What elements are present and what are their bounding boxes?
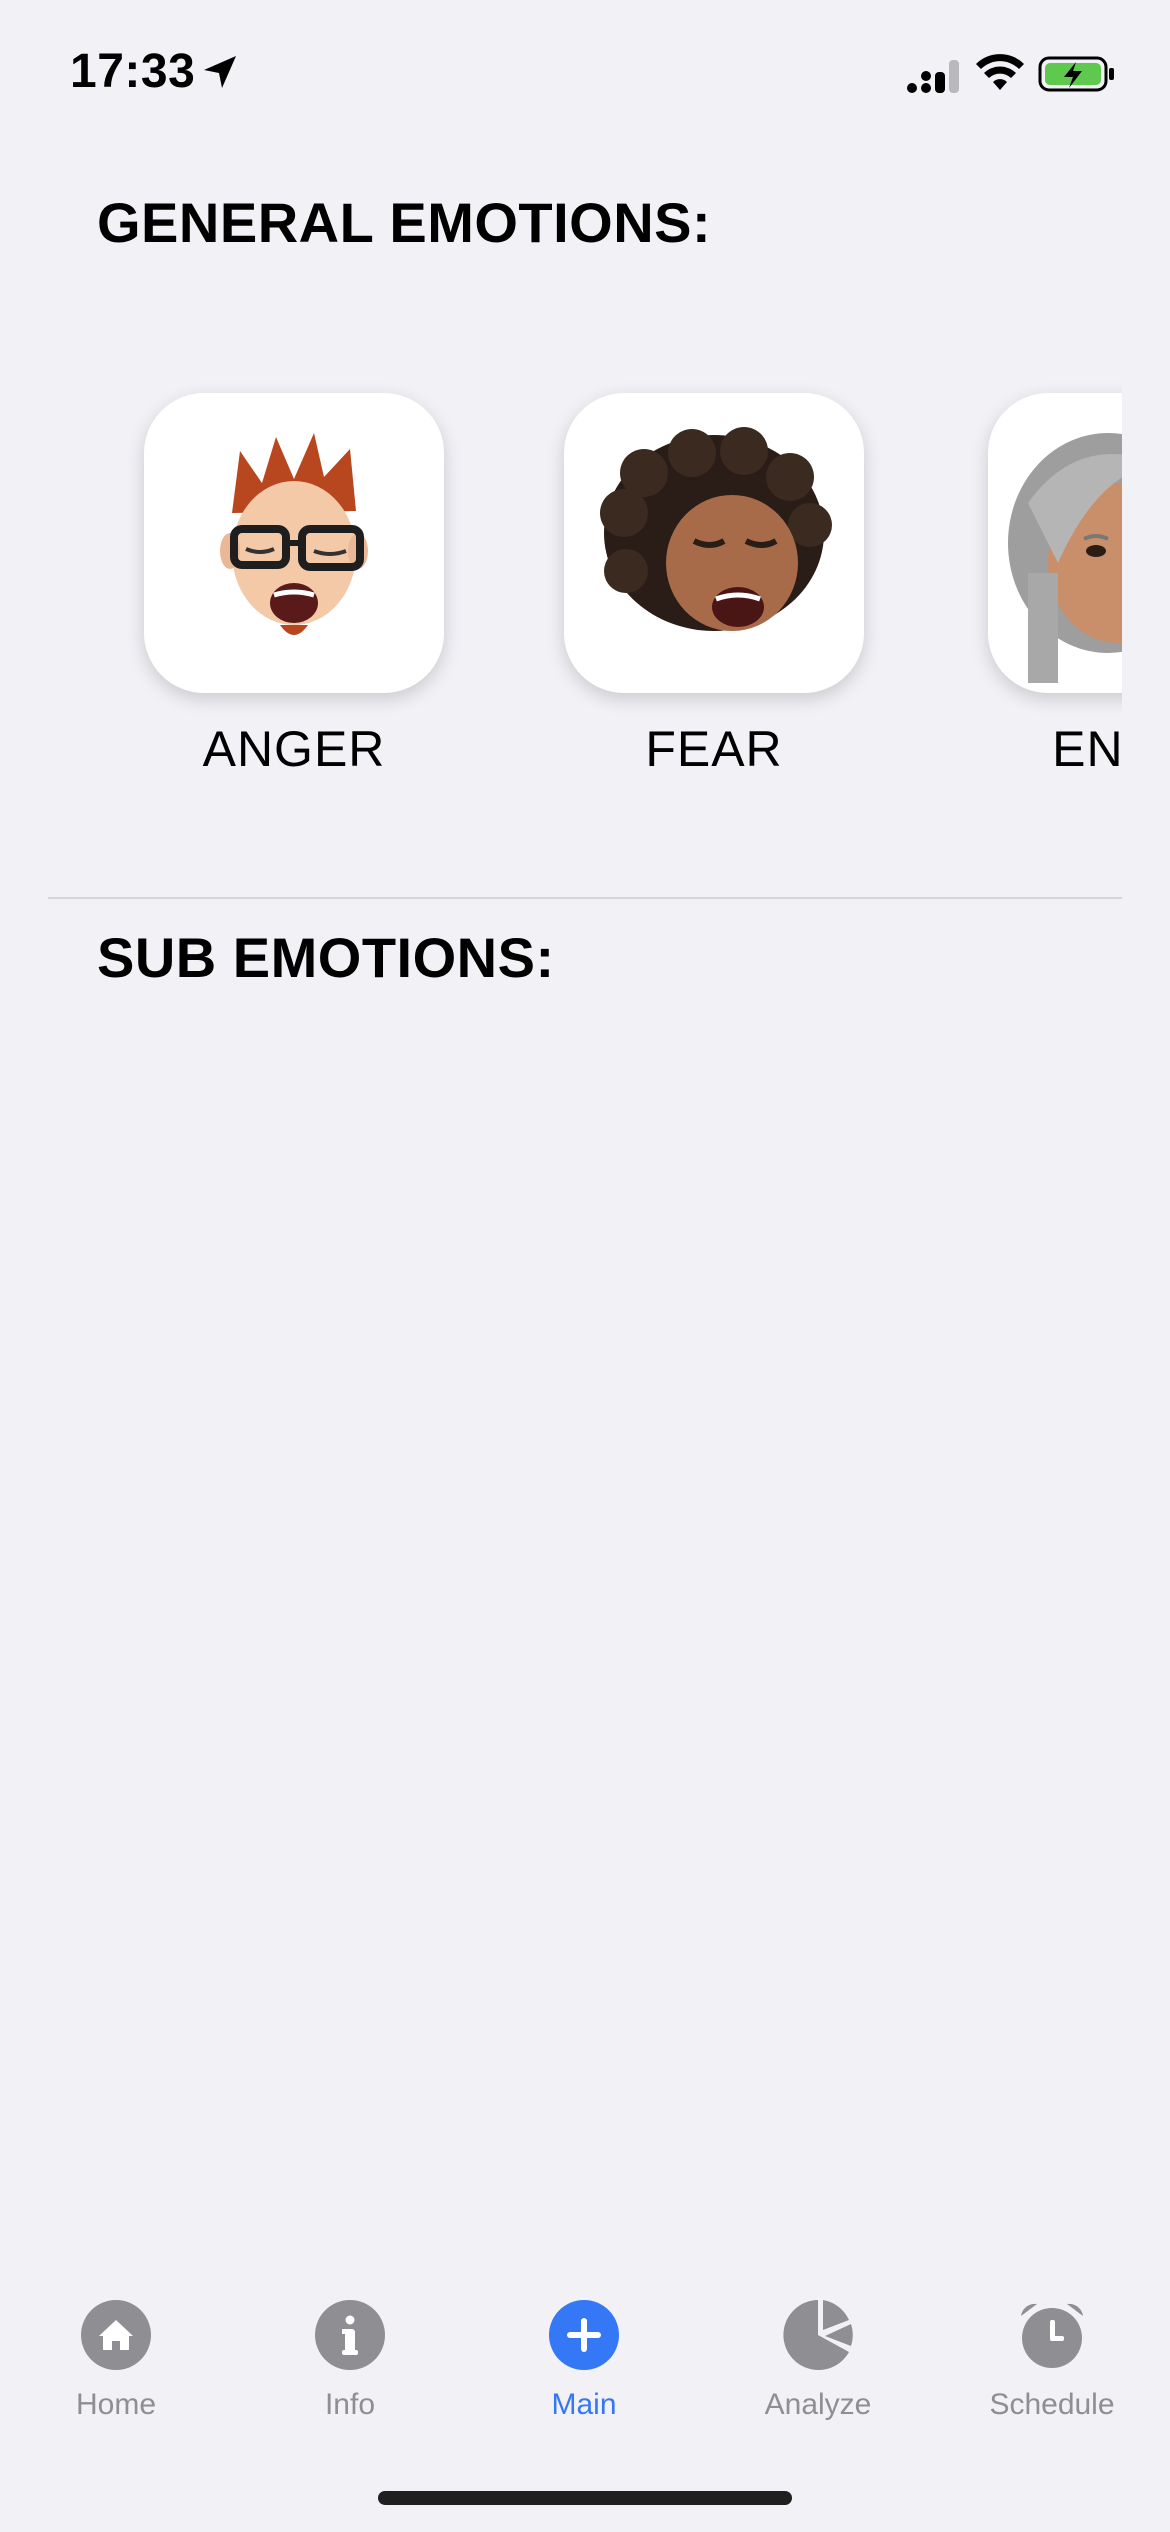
emotion-label-anger: ANGER — [202, 721, 386, 777]
alarm-clock-icon — [1021, 2303, 1083, 2368]
home-indicator[interactable] — [378, 2491, 792, 2505]
wifi-icon — [976, 54, 1024, 90]
emotion-carousel[interactable]: ANGER FEAR EN — [48, 330, 1122, 810]
emotion-tile-anger[interactable] — [144, 393, 444, 693]
battery-charging-icon — [1038, 56, 1114, 92]
sub-emotions-title: SUB EMOTIONS: — [97, 926, 555, 989]
emotion-tile-enjoy[interactable] — [988, 393, 1122, 693]
status-time: 17:33 — [70, 45, 196, 98]
cellular-signal-icon — [907, 60, 959, 93]
tab-home-label: Home — [75, 2388, 157, 2421]
fear-memoji-icon — [600, 427, 832, 631]
section-divider — [48, 897, 1122, 899]
tab-bar: Home Info Main Analyze Schedule — [0, 2270, 1170, 2450]
emotion-card-anger[interactable]: ANGER — [144, 330, 454, 810]
general-emotions-title: GENERAL EMOTIONS: — [97, 191, 712, 254]
emotion-tile-fear[interactable] — [564, 393, 864, 693]
status-bar: 17:33 — [0, 0, 1170, 150]
tab-analyze[interactable]: Analyze — [718, 2270, 918, 2430]
emotion-card-enjoy[interactable]: ENJOY — [988, 330, 1122, 810]
tab-schedule[interactable]: Schedule — [952, 2270, 1152, 2430]
house-icon — [81, 2300, 151, 2370]
location-arrow-icon — [204, 56, 236, 88]
emotion-label-enjoy: ENJOY — [1052, 721, 1122, 777]
tab-main[interactable]: Main — [484, 2270, 684, 2430]
enjoyment-memoji-icon — [1008, 433, 1122, 683]
emotion-card-fear[interactable]: FEAR — [564, 330, 874, 810]
screen: 17:33 GENERAL EMOTIONS: ANGER FEAR EN SU… — [0, 0, 1170, 2532]
emotion-label-fear: FEAR — [645, 721, 783, 777]
tab-schedule-label: Schedule — [989, 2388, 1115, 2421]
info-icon — [315, 2300, 385, 2370]
anger-memoji-icon — [220, 433, 368, 635]
tab-info-label: Info — [324, 2388, 376, 2421]
tab-info[interactable]: Info — [250, 2270, 450, 2430]
tab-home[interactable]: Home — [16, 2270, 216, 2430]
tab-analyze-label: Analyze — [764, 2388, 872, 2421]
plus-icon — [549, 2300, 619, 2370]
pie-chart-icon — [783, 2300, 853, 2370]
tab-main-label: Main — [551, 2388, 617, 2421]
